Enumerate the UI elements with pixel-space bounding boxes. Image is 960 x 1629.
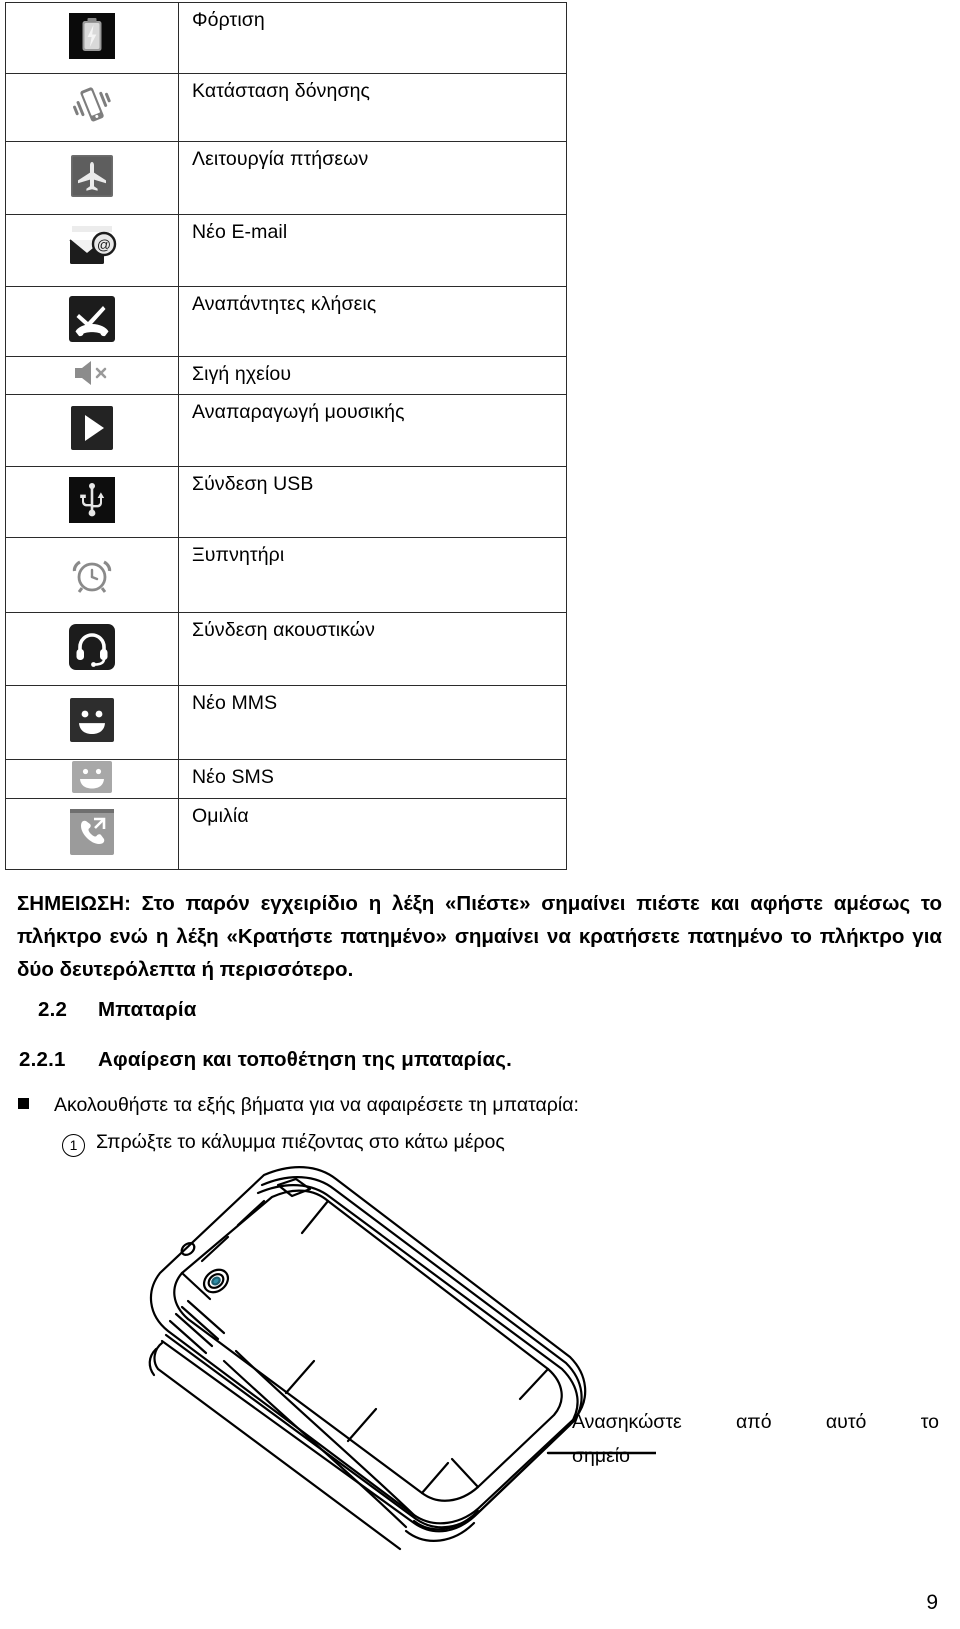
table-row: Σύνδεση USB: [5, 466, 567, 538]
alarm-clock-icon: [68, 550, 116, 596]
page-number: 9: [926, 1591, 938, 1614]
section-heading-2-2: 2.2 Μπαταρία: [38, 998, 197, 1022]
icon-cell: [5, 286, 179, 357]
step-text: Σπρώξτε το κάλυμμα πιέζοντας στο κάτω μέ…: [96, 1131, 505, 1153]
subsection-number: 2.2.1: [19, 1048, 66, 1071]
square-bullet-icon: [18, 1098, 29, 1109]
speaker-mute-icon: [69, 358, 115, 388]
in-call-icon: [70, 808, 114, 855]
new-mms-icon: [70, 698, 114, 742]
icon-label: Αναπαραγωγή μουσικής: [178, 394, 567, 467]
icon-label: Αναπάντητες κλήσεις: [178, 286, 567, 357]
section-title: Μπαταρία: [98, 998, 197, 1021]
icon-label: Ξυπνητήρι: [178, 537, 567, 613]
table-row: Ξυπνητήρι: [5, 537, 567, 613]
table-row: Κατάσταση δόνησης: [5, 73, 567, 142]
new-email-icon: @: [66, 224, 118, 272]
circled-number-icon: 1: [62, 1133, 85, 1157]
section-number: 2.2: [38, 998, 68, 1021]
icon-label: Νέο SMS: [178, 759, 567, 799]
icon-cell: [5, 2, 179, 74]
caption-word-1: Ανασηκώστε: [572, 1411, 682, 1433]
caption-word-3: αυτό: [825, 1411, 867, 1433]
table-row: Σιγή ηχείου: [5, 356, 567, 395]
headset-icon: [69, 623, 115, 670]
caption-line-1: Ανασηκώστε από αυτό το: [572, 1406, 939, 1440]
table-row: Νέο MMS: [5, 685, 567, 760]
table-row: Σύνδεση ακουστικών: [5, 612, 567, 686]
icon-cell: [5, 612, 179, 686]
illustration-caption: Ανασηκώστε από αυτό το σημείο: [572, 1406, 939, 1473]
table-row: Αναπάντητες κλήσεις: [5, 286, 567, 357]
status-icon-table: Φόρτιση Κατάσταση δόνησης Λειτουργία πτή…: [5, 2, 567, 870]
vibrate-icon: [68, 83, 116, 127]
section-heading-2-2-1: 2.2.1 Αφαίρεση και τοποθέτηση της μπαταρί…: [19, 1048, 512, 1072]
table-row: Λειτουργία πτήσεων: [5, 141, 567, 215]
table-row: Φόρτιση: [5, 2, 567, 74]
battery-cover-illustration: [96, 1153, 658, 1553]
icon-cell: [5, 759, 179, 799]
icon-label: Νέο E-mail: [178, 214, 567, 287]
icon-cell: [5, 685, 179, 760]
icon-cell: [5, 466, 179, 538]
missed-call-icon: [69, 296, 115, 342]
icon-label: Σύνδεση ακουστικών: [178, 612, 567, 686]
icon-cell: [5, 73, 179, 142]
icon-label: Σύνδεση USB: [178, 466, 567, 538]
note-paragraph: ΣΗΜΕΙΩΣΗ: Στο παρόν εγχειρίδιο η λέξη «Π…: [17, 891, 942, 981]
icon-cell: [5, 394, 179, 467]
icon-cell: [5, 537, 179, 613]
svg-text:@: @: [97, 237, 111, 253]
music-play-icon: [70, 405, 114, 451]
table-row: Νέο SMS: [5, 759, 567, 799]
subsection-title: Αφαίρεση και τοποθέτηση της μπαταρίας.: [98, 1048, 512, 1071]
icon-cell: [5, 141, 179, 215]
table-row: Ομιλία: [5, 798, 567, 870]
usb-connection-icon: [69, 476, 115, 523]
bullet-list-item: Ακολουθήστε τα εξής βήματα για να αφαιρέ…: [18, 1094, 579, 1117]
icon-label: Σιγή ηχείου: [178, 356, 567, 395]
icon-cell: [5, 798, 179, 870]
icon-cell: [5, 356, 179, 395]
airplane-mode-icon: [71, 154, 113, 197]
icon-label: Φόρτιση: [178, 2, 567, 74]
table-row: @ Νέο E-mail: [5, 214, 567, 287]
icon-label: Λειτουργία πτήσεων: [178, 141, 567, 215]
caption-word-2: από: [736, 1411, 772, 1433]
table-row: Αναπαραγωγή μουσικής: [5, 394, 567, 467]
numbered-step-item: 1 Σπρώξτε το κάλυμμα πιέζοντας στο κάτω …: [62, 1131, 505, 1157]
bullet-text: Ακολουθήστε τα εξής βήματα για να αφαιρέ…: [54, 1094, 579, 1116]
caption-word-4: το: [920, 1411, 939, 1433]
icon-cell: @: [5, 214, 179, 287]
icon-label: Νέο MMS: [178, 685, 567, 760]
icon-label: Κατάσταση δόνησης: [178, 73, 567, 142]
battery-charging-icon: [69, 12, 115, 59]
caption-line-2: σημείο: [572, 1444, 630, 1467]
new-sms-icon: [72, 760, 112, 793]
icon-label: Ομιλία: [178, 798, 567, 870]
